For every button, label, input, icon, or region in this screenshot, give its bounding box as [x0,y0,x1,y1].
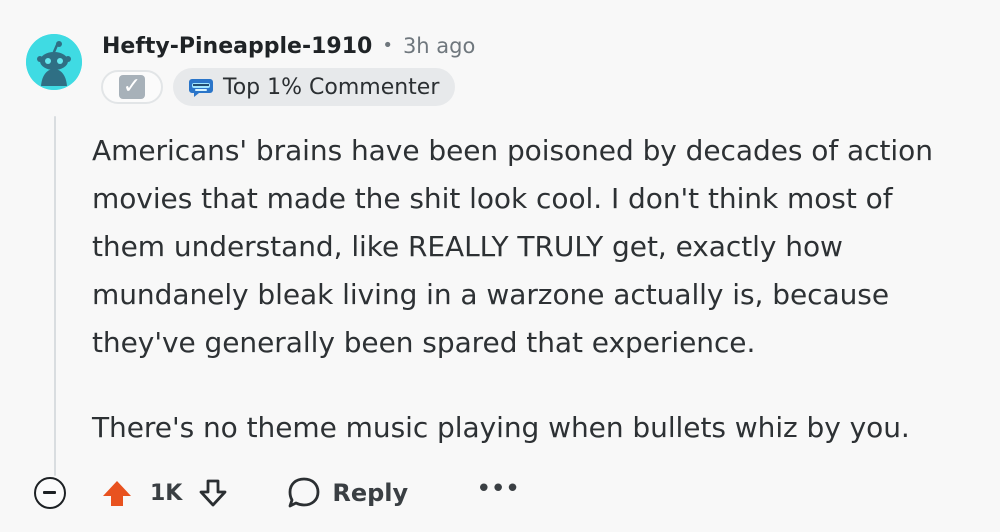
comment-action-bar: 1K Reply ••• [34,469,520,517]
more-options-button[interactable]: ••• [476,476,520,502]
top-commenter-badge[interactable]: Top 1% Commenter [173,68,456,106]
achievement-label: Top 1% Commenter [223,74,440,100]
vote-controls: 1K [100,476,230,510]
speech-bubble-icon [288,477,320,508]
comment-achievement-icon [189,79,213,97]
comment-paragraph-1: Americans' brains have been poisoned by … [92,134,942,359]
comment-card: Hefty-Pineapple-1910 • 3h ago ✓ Top 1% C… [0,0,1000,532]
collapse-thread-button[interactable] [34,477,66,509]
verified-check-badge[interactable]: ✓ [101,70,163,104]
checkbox-icon: ✓ [119,75,145,99]
downvote-arrow-icon[interactable] [196,476,230,510]
vote-score: 1K [150,480,183,506]
comment-timestamp[interactable]: 3h ago [403,34,475,58]
comment-header: Hefty-Pineapple-1910 • 3h ago [102,30,475,62]
comment-paragraph-2: There's no theme music playing when bull… [92,411,910,444]
user-badges: ✓ Top 1% Commenter [101,68,456,106]
upvote-arrow-icon[interactable] [100,476,134,510]
comment-body: Americans' brains have been poisoned by … [92,127,952,452]
reply-button[interactable]: Reply [286,475,408,511]
author-username[interactable]: Hefty-Pineapple-1910 [102,34,372,59]
snoo-avatar-icon [26,34,82,90]
thread-line[interactable] [54,116,56,476]
header-separator: • [382,34,393,56]
reply-label: Reply [332,479,409,507]
user-avatar[interactable] [26,34,82,90]
